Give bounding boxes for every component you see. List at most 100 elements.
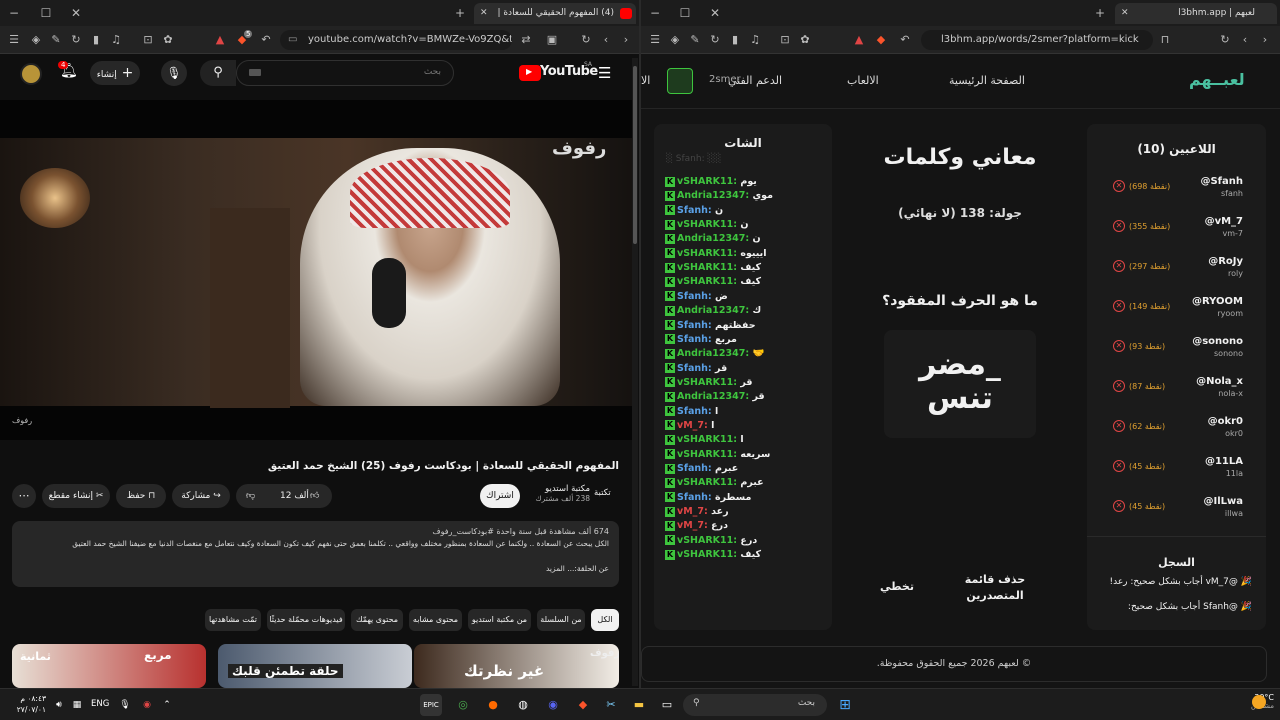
shield-icon-right[interactable]: ◈: [667, 32, 683, 48]
sidebar-icon[interactable]: ▮: [88, 32, 104, 48]
back-history-icon[interactable]: ↶: [258, 32, 274, 48]
dislike-icon[interactable]: 👎︎: [246, 484, 255, 508]
channel-avatar-label[interactable]: تكتبة: [594, 488, 611, 498]
remove-player-icon[interactable]: ✕: [1113, 300, 1125, 312]
reload-icon[interactable]: ↻: [578, 32, 594, 48]
nav-games[interactable]: الالعاب: [847, 74, 879, 87]
chip-watched[interactable]: تمّت مشاهدتها: [205, 609, 261, 631]
app-icon[interactable]: ◍: [512, 694, 534, 716]
chip-related[interactable]: محتوى مشابه: [409, 609, 462, 631]
subscribe-button[interactable]: اشتراك: [480, 484, 520, 508]
skip-button[interactable]: تخطي: [870, 580, 924, 593]
file-explorer-icon[interactable]: ▬: [628, 694, 650, 716]
thumbnail-3[interactable]: ثمانية مربع: [12, 644, 206, 688]
chip-series[interactable]: من السلسلة: [537, 609, 585, 631]
remove-player-icon[interactable]: ✕: [1113, 220, 1125, 232]
bookmark-icon-right[interactable]: ⊓: [1157, 32, 1173, 48]
video-player[interactable]: رفوف رفوف: [0, 100, 632, 440]
new-tab-button-right[interactable]: +: [1090, 3, 1110, 23]
remove-player-icon[interactable]: ✕: [1113, 500, 1125, 512]
music-icon-right[interactable]: ♫: [747, 32, 763, 48]
tab-youtube[interactable]: (4) المفهوم الحقيقي للسعادة | ✕: [474, 3, 636, 24]
task-view-icon[interactable]: ▭: [656, 694, 678, 716]
chrome-icon[interactable]: ◎: [452, 694, 474, 716]
site-logo[interactable]: لعبــهم: [1189, 70, 1245, 89]
extensions-icon-right[interactable]: ✎: [687, 32, 703, 48]
remove-player-icon[interactable]: ✕: [1113, 380, 1125, 392]
avatar[interactable]: [20, 63, 42, 85]
puzzle-icon-right[interactable]: ✿: [797, 32, 813, 48]
close-window-button-right[interactable]: ✕: [705, 3, 725, 23]
close-tab-icon[interactable]: ✕: [480, 3, 488, 24]
tab-l3bhm[interactable]: لعبهم | l3bhm.app ✕: [1115, 3, 1277, 24]
remove-player-icon[interactable]: ✕: [1113, 460, 1125, 472]
history-icon-right[interactable]: ↻: [707, 32, 723, 48]
mic-tray-icon[interactable]: 🎙︎: [114, 694, 136, 716]
recording-icon[interactable]: ◉: [136, 694, 158, 716]
remove-player-icon[interactable]: ✕: [1113, 180, 1125, 192]
scrollbar[interactable]: [632, 58, 638, 686]
keyboard-icon[interactable]: [249, 69, 261, 76]
rewards-icon[interactable]: ▲: [212, 32, 228, 48]
music-icon[interactable]: ♫: [108, 32, 124, 48]
back-icon[interactable]: ‹: [598, 32, 614, 48]
thumbnail-1[interactable]: رفوف غير نظرتك: [414, 644, 619, 688]
nav-home[interactable]: الصفحة الرئيسية: [949, 74, 1025, 87]
tray-overflow-icon[interactable]: ⌃: [156, 694, 178, 716]
epic-games-icon[interactable]: EPIC: [420, 694, 442, 716]
create-button[interactable]: إنشاء +: [90, 61, 140, 85]
history-icon[interactable]: ↻: [68, 32, 84, 48]
forward-icon-right[interactable]: ›: [1257, 32, 1273, 48]
share-button[interactable]: مشاركة ↪: [172, 484, 230, 508]
like-icon[interactable]: 👍︎: [310, 484, 319, 508]
discord-icon[interactable]: ◉: [542, 694, 564, 716]
nav-more[interactable]: الا: [641, 74, 650, 87]
more-actions-button[interactable]: ⋯: [12, 484, 36, 508]
screenshot-icon-right[interactable]: ⊡: [777, 32, 793, 48]
brave-taskbar-icon[interactable]: ◆: [572, 694, 594, 716]
mic-icon[interactable]: 🎙︎: [161, 60, 187, 86]
delete-leaderboard-button[interactable]: حذف قائمة المتصدرين: [960, 572, 1030, 604]
firefox-icon[interactable]: ●: [482, 694, 504, 716]
remove-player-icon[interactable]: ✕: [1113, 420, 1125, 432]
remove-player-icon[interactable]: ✕: [1113, 260, 1125, 272]
minimize-button[interactable]: −: [4, 3, 24, 23]
chip-for-you[interactable]: محتوى يهمّك: [351, 609, 403, 631]
address-bar[interactable]: ▭ youtube.com/watch?v=BMWZe-Vo9ZQ&t...: [280, 30, 512, 50]
back-icon-right[interactable]: ‹: [1237, 32, 1253, 48]
puzzle-icon[interactable]: ✿: [160, 32, 176, 48]
network-icon[interactable]: ▦: [66, 694, 88, 716]
menu-icon-right[interactable]: ☰: [647, 32, 663, 48]
hamburger-icon[interactable]: ☰: [598, 64, 611, 82]
maximize-button-right[interactable]: ☐: [675, 3, 695, 23]
address-bar-right[interactable]: l3bhm.app/words/2smer?platform=kick: [921, 30, 1153, 50]
snipping-icon[interactable]: ✂: [600, 694, 622, 716]
chip-recent[interactable]: فيديوهات محمّلة حديثًا: [267, 609, 345, 631]
clip-button[interactable]: إنشاء مقطع ✂: [42, 484, 110, 508]
rewards-icon-right[interactable]: ▲: [851, 32, 867, 48]
search-input[interactable]: بحث: [236, 60, 454, 86]
weather-widget[interactable]: 30°C مشمس: [1222, 693, 1280, 710]
forward-icon[interactable]: ›: [618, 32, 634, 48]
show-more-link[interactable]: عن الحلقة:... المزيد: [22, 564, 609, 573]
minimize-button-right[interactable]: −: [645, 3, 665, 23]
reload-icon-right[interactable]: ↻: [1217, 32, 1233, 48]
taskbar-search[interactable]: بحث ⚲: [683, 694, 827, 716]
shield-icon[interactable]: ◈: [28, 32, 44, 48]
sidebar-icon-right[interactable]: ▮: [727, 32, 743, 48]
chip-from-channel[interactable]: من مكتبة استديو: [468, 609, 531, 631]
screenshot-icon[interactable]: ⊡: [140, 32, 156, 48]
brave-shield-icon-right[interactable]: ◆: [873, 32, 889, 48]
extensions-icon[interactable]: ✎: [48, 32, 64, 48]
new-tab-button[interactable]: +: [450, 3, 470, 23]
search-icon[interactable]: ⚲: [200, 60, 236, 86]
language-indicator[interactable]: ENG: [91, 699, 109, 709]
tab-search-icon[interactable]: ⇄: [518, 32, 534, 48]
remove-player-icon[interactable]: ✕: [1113, 340, 1125, 352]
save-button[interactable]: حفظ ⊓: [116, 484, 166, 508]
clock[interactable]: ٠٨:٤٣ م ٢٧/٠٧/٠١: [6, 693, 46, 715]
sidebar-toggle-icon[interactable]: ▣: [544, 32, 560, 48]
start-icon[interactable]: ⊞: [834, 694, 856, 716]
maximize-button[interactable]: ☐: [36, 3, 56, 23]
menu-icon[interactable]: ☰: [6, 32, 22, 48]
